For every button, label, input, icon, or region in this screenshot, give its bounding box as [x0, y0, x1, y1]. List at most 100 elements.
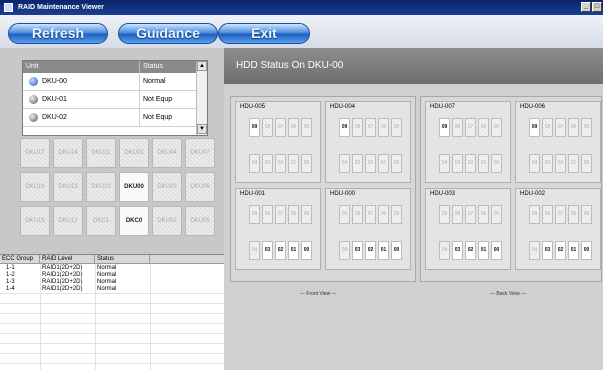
- grid-tile[interactable]: DKU10: [86, 172, 116, 202]
- unit-row-dku-00[interactable]: DKU-00 Normal: [23, 73, 197, 91]
- grid-tile[interactable]: DKU07: [185, 138, 215, 168]
- grid-tile[interactable]: DKU16: [20, 172, 50, 202]
- drive-slot[interactable]: 08: [352, 118, 363, 137]
- drive-slot[interactable]: 07: [465, 118, 476, 137]
- drive-slot[interactable]: 06: [478, 118, 489, 137]
- drive-slot[interactable]: 04: [529, 241, 540, 260]
- drive-slot[interactable]: 08: [542, 118, 553, 137]
- ecc-group-header[interactable]: ECC Group: [0, 255, 40, 264]
- grid-tile[interactable]: DKU02: [152, 206, 182, 236]
- drive-slot[interactable]: 09: [249, 205, 260, 224]
- raid-level-header[interactable]: RAID Level: [40, 255, 95, 264]
- drive-slot[interactable]: 00: [301, 154, 312, 173]
- drive-slot[interactable]: 05: [391, 118, 402, 137]
- grid-tile[interactable]: DKU06: [185, 172, 215, 202]
- grid-tile-selected[interactable]: DKU00: [119, 172, 149, 202]
- drive-slot[interactable]: 04: [439, 241, 450, 260]
- drive-slot[interactable]: 09: [339, 118, 350, 137]
- drive-slot[interactable]: 08: [452, 205, 463, 224]
- drive-slot[interactable]: 00: [581, 241, 592, 260]
- drive-slot[interactable]: 09: [439, 118, 450, 137]
- drive-slot[interactable]: 06: [378, 205, 389, 224]
- drive-slot[interactable]: 05: [581, 118, 592, 137]
- drive-slot[interactable]: 04: [339, 241, 350, 260]
- drive-slot[interactable]: 02: [275, 154, 286, 173]
- drive-slot[interactable]: 07: [555, 118, 566, 137]
- status-column-header[interactable]: Status: [139, 61, 197, 73]
- hdu-box[interactable]: HDU-001 09 08 07 06 05 04 03 02 01 00: [235, 188, 321, 270]
- grid-tile[interactable]: DKC1: [86, 206, 116, 236]
- hdu-box[interactable]: HDU-004 09 08 07 06 05 04 03 02 01 00: [325, 101, 411, 183]
- drive-slot[interactable]: 05: [391, 205, 402, 224]
- drive-slot[interactable]: 04: [529, 154, 540, 173]
- drive-slot[interactable]: 04: [339, 154, 350, 173]
- ecc-status-header[interactable]: Status: [95, 255, 150, 264]
- drive-slot[interactable]: 09: [339, 205, 350, 224]
- drive-slot[interactable]: 00: [391, 154, 402, 173]
- drive-slot[interactable]: 09: [529, 118, 540, 137]
- drive-slot[interactable]: 06: [478, 205, 489, 224]
- grid-tile[interactable]: DKU01: [119, 138, 149, 168]
- grid-tile[interactable]: DKU03: [152, 172, 182, 202]
- drive-slot[interactable]: 03: [542, 241, 553, 260]
- grid-tile[interactable]: DKU17: [20, 138, 50, 168]
- hdu-box[interactable]: HDU-000 09 08 07 06 05 04 03 02 01 00: [325, 188, 411, 270]
- drive-slot[interactable]: 02: [555, 241, 566, 260]
- drive-slot[interactable]: 08: [452, 118, 463, 137]
- drive-slot[interactable]: 07: [275, 118, 286, 137]
- drive-slot[interactable]: 03: [262, 154, 273, 173]
- drive-slot[interactable]: 00: [491, 241, 502, 260]
- drive-slot[interactable]: 01: [288, 241, 299, 260]
- drive-slot[interactable]: 08: [262, 118, 273, 137]
- drive-slot[interactable]: 08: [352, 205, 363, 224]
- refresh-button[interactable]: Refresh: [8, 23, 108, 44]
- maximize-button[interactable]: □: [592, 2, 602, 12]
- unit-column-header[interactable]: Unit: [23, 61, 139, 73]
- drive-slot[interactable]: 09: [249, 118, 260, 137]
- minimize-button[interactable]: _: [581, 2, 591, 12]
- hdu-box[interactable]: HDU-006 09 08 07 06 05 04 03 02 01 00: [515, 101, 601, 183]
- drive-slot[interactable]: 01: [478, 154, 489, 173]
- drive-slot[interactable]: 03: [452, 154, 463, 173]
- grid-tile[interactable]: DKU05: [185, 206, 215, 236]
- grid-tile[interactable]: DKU11: [86, 138, 116, 168]
- exit-button[interactable]: Exit: [218, 23, 310, 44]
- drive-slot[interactable]: 03: [352, 241, 363, 260]
- drive-slot[interactable]: 05: [491, 118, 502, 137]
- drive-slot[interactable]: 05: [301, 205, 312, 224]
- hdu-box[interactable]: HDU-005 09 08 07 06 05 04 03 02 01 00: [235, 101, 321, 183]
- drive-slot[interactable]: 07: [365, 205, 376, 224]
- drive-slot[interactable]: 02: [275, 241, 286, 260]
- unit-list-scrollbar[interactable]: ▲ ▼: [196, 61, 207, 135]
- drive-slot[interactable]: 03: [262, 241, 273, 260]
- scroll-up-icon[interactable]: ▲: [197, 61, 207, 71]
- drive-slot[interactable]: 01: [478, 241, 489, 260]
- drive-slot[interactable]: 02: [365, 241, 376, 260]
- drive-slot[interactable]: 04: [249, 241, 260, 260]
- drive-slot[interactable]: 02: [465, 241, 476, 260]
- drive-slot[interactable]: 06: [378, 118, 389, 137]
- drive-slot[interactable]: 06: [568, 118, 579, 137]
- hdu-box[interactable]: HDU-007 09 08 07 06 05 04 03 02 01 00: [425, 101, 511, 183]
- drive-slot[interactable]: 01: [568, 154, 579, 173]
- grid-tile-controller[interactable]: DKC0: [119, 206, 149, 236]
- drive-slot[interactable]: 06: [568, 205, 579, 224]
- drive-slot[interactable]: 09: [529, 205, 540, 224]
- grid-tile[interactable]: DKU14: [53, 138, 83, 168]
- drive-slot[interactable]: 07: [465, 205, 476, 224]
- drive-slot[interactable]: 05: [301, 118, 312, 137]
- drive-slot[interactable]: 00: [581, 154, 592, 173]
- drive-slot[interactable]: 01: [288, 154, 299, 173]
- drive-slot[interactable]: 06: [288, 118, 299, 137]
- scroll-down-icon[interactable]: ▼: [197, 124, 207, 134]
- drive-slot[interactable]: 01: [378, 241, 389, 260]
- drive-slot[interactable]: 00: [491, 154, 502, 173]
- drive-slot[interactable]: 02: [365, 154, 376, 173]
- unit-row-dku-01[interactable]: DKU-01 Not Equp: [23, 91, 197, 109]
- guidance-button[interactable]: Guidance: [118, 23, 218, 44]
- drive-slot[interactable]: 01: [568, 241, 579, 260]
- drive-slot[interactable]: 04: [439, 154, 450, 173]
- drive-slot[interactable]: 00: [301, 241, 312, 260]
- drive-slot[interactable]: 01: [378, 154, 389, 173]
- grid-tile[interactable]: DKU04: [152, 138, 182, 168]
